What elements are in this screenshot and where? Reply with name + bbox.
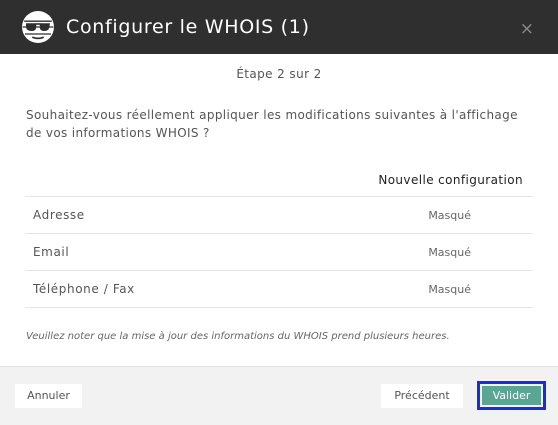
cancel-button[interactable]: Annuler	[15, 384, 82, 408]
validate-button-focus-ring: Valider	[477, 381, 546, 410]
row-label: Email	[33, 245, 70, 259]
dialog-header: Configurer le WHOIS (1) ×	[0, 0, 558, 54]
dialog-footer: Annuler Précédent Valider	[0, 366, 558, 425]
dialog-title: Configurer le WHOIS (1)	[66, 16, 310, 38]
row-value: Masqué	[428, 246, 471, 259]
close-icon[interactable]: ×	[520, 21, 534, 38]
sunglasses-logo-icon	[21, 10, 55, 44]
table-row: Adresse Masqué	[25, 197, 533, 234]
whois-config-dialog: Configurer le WHOIS (1) × Étape 2 sur 2 …	[0, 0, 558, 425]
whois-changes-table: Nouvelle configuration Adresse Masqué Em…	[25, 161, 533, 308]
row-value: Masqué	[428, 283, 471, 296]
table-row: Email Masqué	[25, 234, 533, 271]
previous-button[interactable]: Précédent	[381, 384, 463, 408]
step-indicator: Étape 2 sur 2	[236, 67, 322, 81]
table-row: Téléphone / Fax Masqué	[25, 271, 533, 308]
column-header-new-config: Nouvelle configuration	[25, 161, 533, 197]
row-value: Masqué	[428, 209, 471, 222]
validate-button[interactable]: Valider	[482, 386, 541, 405]
confirmation-question: Souhaitez-vous réellement appliquer les …	[26, 108, 518, 140]
row-label: Adresse	[33, 208, 85, 222]
row-label: Téléphone / Fax	[33, 282, 135, 296]
update-delay-note: Veuillez noter que la mise à jour des in…	[26, 331, 450, 342]
